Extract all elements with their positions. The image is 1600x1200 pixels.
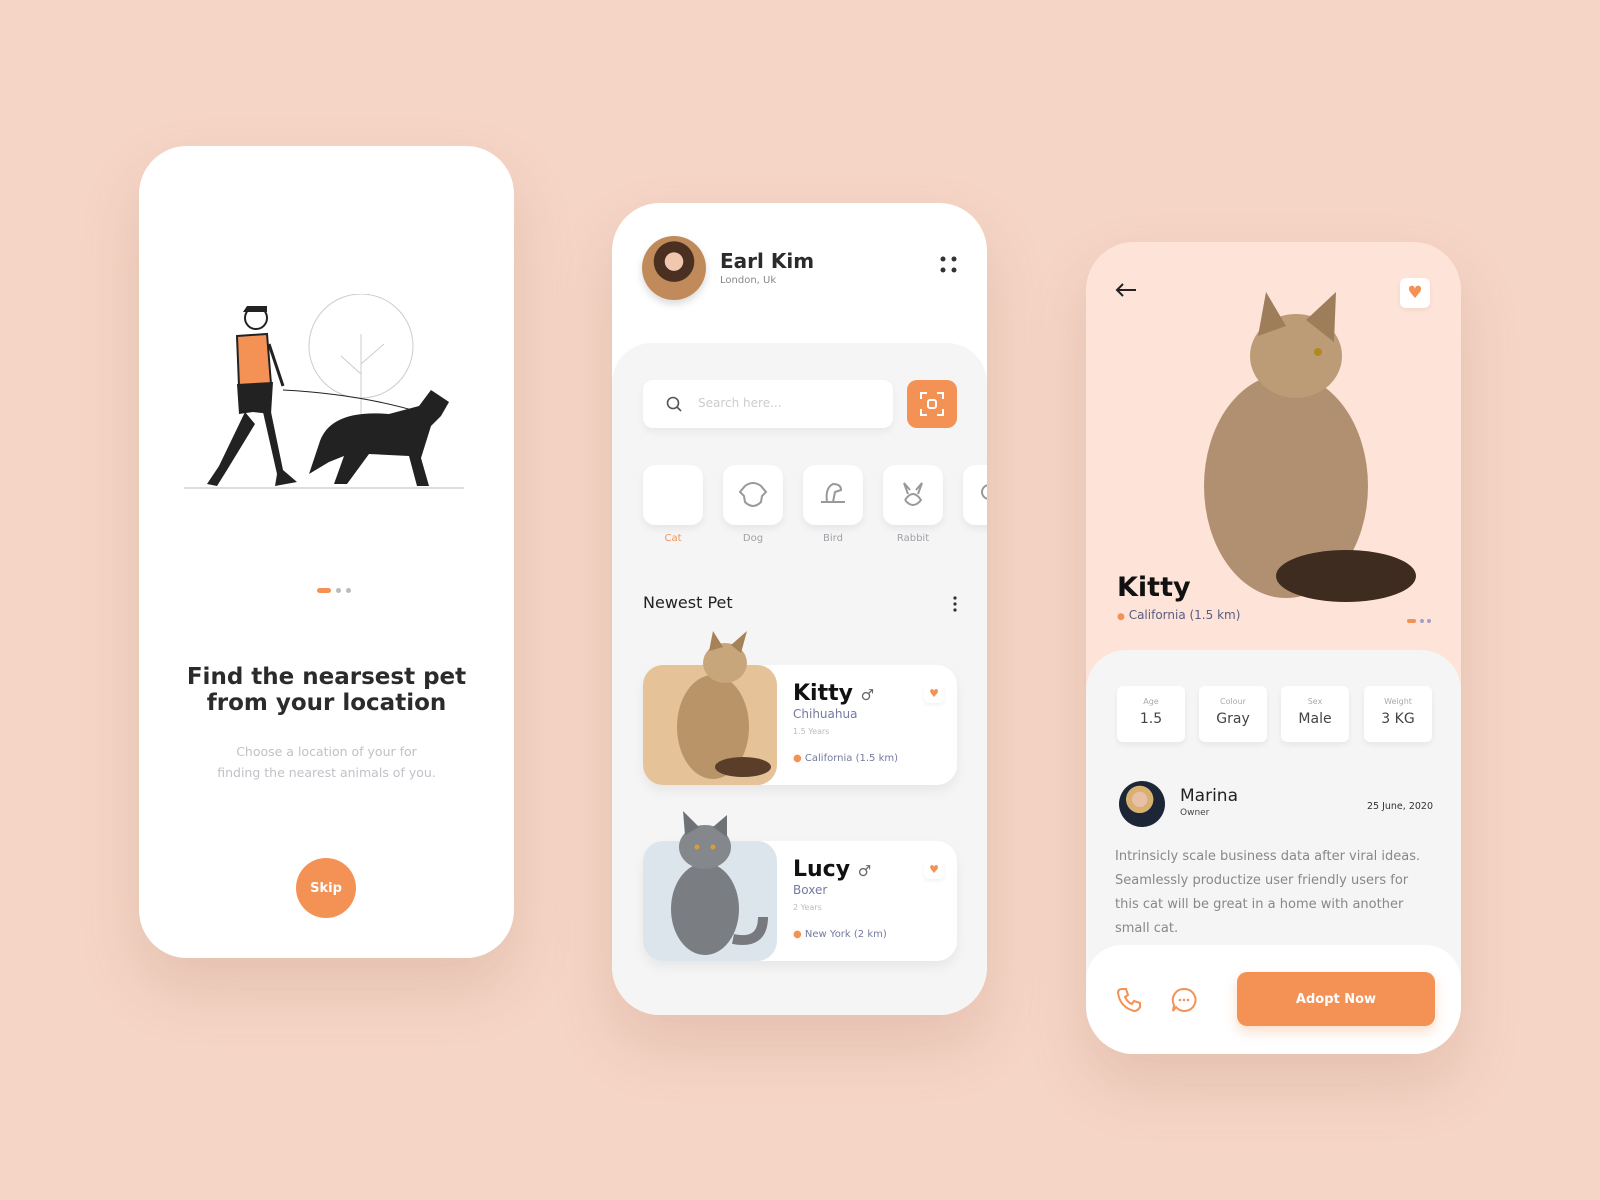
chat-icon[interactable] [1171,987,1197,1013]
owner-role: Owner [1180,808,1210,818]
onboarding-screen: Find the nearsest pet from your location… [139,146,514,958]
search-input[interactable]: Search here... [643,380,893,428]
owner-name: Marina [1180,786,1238,806]
favorite-button[interactable]: ♥ [924,683,944,703]
pet-card[interactable]: Lucy ♂ Boxer 2 Years ● New York (2 km) ♥ [643,811,957,961]
owner-avatar[interactable] [1119,781,1165,827]
grid-menu-icon[interactable] [939,255,959,275]
pet-name: Kitty [793,681,853,706]
pager-dot[interactable] [336,588,341,593]
more-vertical-icon[interactable] [952,595,958,613]
stat-sex: Sex Male [1281,686,1349,742]
favorite-button[interactable]: ♥ [924,859,944,879]
location-pin-icon: ● [793,753,802,764]
stat-label: Age [1143,697,1159,706]
category-label: Cat [664,533,682,544]
user-location: London, Uk [720,275,777,286]
post-date: 25 June, 2020 [1366,801,1433,812]
cat-icon [660,481,686,506]
pager-dot-active[interactable] [1407,619,1416,623]
category-dog[interactable] [723,465,783,525]
pager-dot[interactable] [346,588,351,593]
gender-icon: ♂ [860,686,875,704]
gender-icon: ♂ [857,862,872,880]
stat-value: 1.5 [1139,711,1163,727]
category-bird[interactable] [803,465,863,525]
walking-dog-illustration [184,294,464,489]
pet-name: Lucy [793,857,851,882]
back-arrow-icon[interactable] [1114,282,1138,298]
home-screen: Earl Kim London, Uk Search here... Cat D… [612,203,987,1015]
pet-description: Intrinsicly scale business data after vi… [1115,849,1421,936]
section-title: Newest Pet [643,593,733,612]
onboarding-subtitle: Choose a location of your for finding th… [139,741,514,783]
stat-label: Sex [1307,697,1323,706]
dog-icon [738,482,768,507]
stat-value: Gray [1216,711,1250,727]
heart-icon: ♥ [929,686,939,700]
title-line: Find the nearsest pet [186,664,467,690]
stat-age: Age 1.5 [1117,686,1185,742]
pet-name: Kitty [1117,572,1191,603]
pager-dot[interactable] [1420,619,1424,623]
bird-icon [821,482,845,503]
search-icon [666,396,682,412]
duck-icon [981,484,987,500]
pet-breed: Boxer [793,883,828,897]
stat-label: Weight [1384,697,1412,706]
pet-location: New York (2 km) [804,929,887,940]
scan-icon [920,392,944,416]
user-name: Earl Kim [720,249,815,273]
stat-value: 3 KG [1381,711,1415,727]
title-line: from your location [206,690,447,716]
heart-icon: ♥ [929,862,939,876]
user-avatar[interactable] [642,236,706,300]
location-pin-icon: ● [793,929,802,940]
phone-icon[interactable] [1116,987,1142,1013]
search-placeholder: Search here... [698,396,782,410]
pet-photo [1204,292,1416,602]
subtitle-line: Choose a location of your for [236,744,417,759]
pet-age: 1.5 Years [793,727,830,736]
category-rabbit[interactable] [883,465,943,525]
scan-button[interactable] [907,380,957,428]
subtitle-line: finding the nearest animals of you. [217,765,436,780]
pet-photo [677,631,771,779]
category-cat[interactable] [643,465,703,525]
adopt-now-button[interactable]: Adopt Now [1237,972,1435,1026]
pager-dot[interactable] [1427,619,1431,623]
category-label: D [963,533,987,544]
category-label: Rabbit [896,533,930,544]
stat-value: Male [1298,711,1332,727]
onboarding-title: Find the nearsest pet from your location [139,664,514,716]
pet-photo [671,811,768,955]
rabbit-icon [903,482,923,506]
pet-detail-screen: ♥ Kitty ● California (1.5 km) Age 1.5 Col… [1086,242,1461,1054]
stat-weight: Weight 3 KG [1364,686,1432,742]
pager-dot-active[interactable] [317,588,331,593]
pet-location: California (1.5 km) [804,753,899,764]
pet-age: 2 Years [793,903,822,912]
skip-button[interactable]: Skip [296,858,356,918]
location-pin-icon: ● [1117,612,1125,622]
stat-label: Colour [1220,697,1246,706]
pet-location: California (1.5 km) [1128,608,1241,622]
stat-colour: Colour Gray [1199,686,1267,742]
pet-card[interactable]: Kitty ♂ Chihuahua 1.5 Years ● California… [643,631,957,785]
category-label: Bird [823,533,843,544]
category-label: Dog [742,533,764,544]
category-duck[interactable] [963,465,987,525]
pet-breed: Chihuahua [793,707,858,721]
